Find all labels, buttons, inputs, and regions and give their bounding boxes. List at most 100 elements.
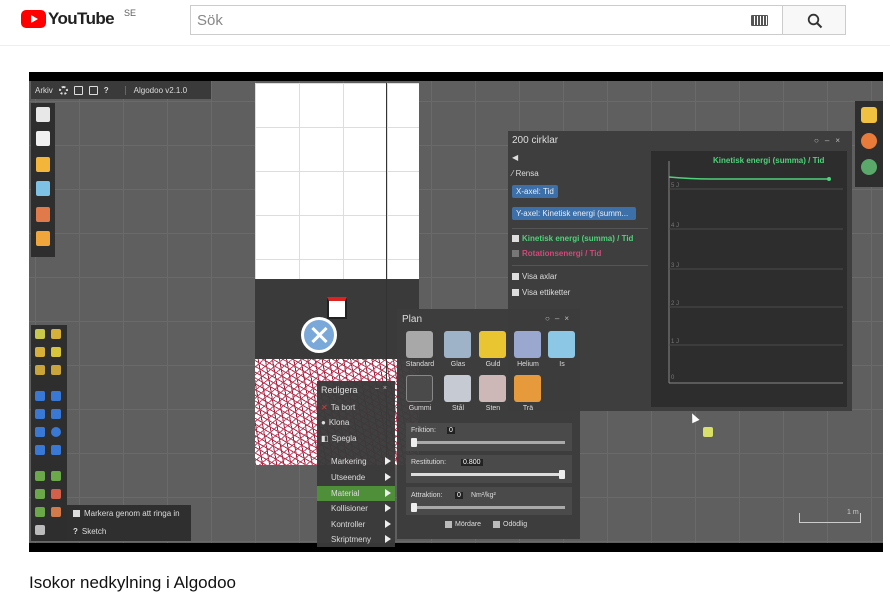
restitution-slider[interactable]	[411, 470, 565, 479]
move-tool-icon[interactable]	[35, 347, 45, 357]
clear-graph-button[interactable]: ⁄ Rensa	[512, 169, 539, 178]
gear-icon[interactable]	[58, 85, 68, 95]
material-guld-swatch[interactable]	[479, 331, 506, 358]
attraction-label: Attraktion:	[411, 492, 443, 499]
video-title[interactable]: Isokor nedkylning i Algodoo	[29, 573, 236, 593]
material-label: Glas	[450, 361, 466, 368]
hint-row1-label: Markera genom att ringa in	[84, 509, 180, 518]
friction-slider[interactable]	[411, 438, 565, 447]
submenu-controls[interactable]: Kontroller	[317, 517, 395, 532]
immortal-label: Odödlig	[503, 521, 528, 528]
play-icon[interactable]	[73, 85, 83, 95]
friction-slider-knob[interactable]	[411, 438, 417, 447]
material-gummi-swatch[interactable]	[406, 375, 433, 402]
clear-icon[interactable]	[36, 131, 50, 146]
youtube-logo[interactable]: YouTube SE	[21, 8, 136, 29]
material-helium-swatch[interactable]	[514, 331, 541, 358]
axle-tool-icon[interactable]	[51, 471, 61, 481]
attraction-slider[interactable]	[411, 503, 565, 512]
material-label: Trä	[522, 405, 534, 412]
circle-tool-icon[interactable]	[51, 427, 61, 437]
material-label: Guld	[485, 361, 501, 368]
friction-value[interactable]: 0	[447, 427, 455, 434]
open-folder-icon[interactable]	[36, 157, 50, 172]
brush-tool-icon[interactable]	[35, 329, 45, 339]
restitution-value[interactable]: 0.800	[461, 459, 483, 466]
material-sten-swatch[interactable]	[479, 375, 506, 402]
save-icon[interactable]	[36, 181, 50, 196]
material-is-swatch[interactable]	[548, 331, 575, 358]
panel-window-controls[interactable]: ○–×	[545, 314, 574, 323]
immortal-checkbox[interactable]: Odödlig	[493, 521, 527, 528]
delete-label: Ta bort	[330, 403, 356, 412]
mouse-cursor-icon	[688, 411, 700, 424]
browse-icon[interactable]	[36, 207, 50, 222]
new-file-icon[interactable]	[36, 107, 50, 122]
material-tra-swatch[interactable]	[514, 375, 541, 402]
chain-tool-icon[interactable]	[51, 445, 61, 455]
graph-panel-title: 200 cirklar	[512, 135, 559, 146]
search-input[interactable]	[197, 11, 737, 29]
y-axis-button[interactable]: Y-axel: Kinetisk energi (summ...	[512, 207, 636, 220]
lasso-select-option[interactable]: Markera genom att ringa in	[73, 509, 180, 518]
help-icon[interactable]: ?	[104, 86, 109, 95]
tracer-tool-icon[interactable]	[35, 507, 45, 517]
show-labels-checkbox[interactable]: Visa ettiketter	[512, 288, 570, 297]
tool-palette	[31, 325, 67, 541]
restitution-slider-knob[interactable]	[559, 470, 565, 479]
keyboard-icon[interactable]	[751, 15, 768, 26]
delete-item[interactable]: ✕ Ta bort	[321, 403, 355, 412]
submenu-material[interactable]: Material	[317, 486, 395, 501]
show-axes-label: Visa axlar	[522, 272, 557, 281]
material-glas-swatch[interactable]	[444, 331, 471, 358]
submenu-selection[interactable]: Markering	[317, 454, 395, 469]
attraction-value[interactable]: 0	[455, 492, 463, 499]
fixate-tool-icon[interactable]	[35, 489, 45, 499]
arkiv-menu[interactable]: Arkiv	[35, 86, 53, 95]
drag-tool-icon[interactable]	[51, 347, 61, 357]
series2-checkbox[interactable]: Rotationsenergi / Tid	[512, 249, 601, 258]
thruster-tool-icon[interactable]	[51, 489, 61, 499]
material-stal-swatch[interactable]	[444, 375, 471, 402]
video-player[interactable]: Arkiv ? Algodoo v2.1.0 200 cirklar ○–× ◀…	[29, 72, 883, 552]
back-arrow-icon[interactable]: ◀	[512, 153, 518, 162]
panel-window-controls[interactable]: ○–×	[814, 136, 846, 145]
window-icon[interactable]	[88, 85, 98, 95]
scenes-icon[interactable]	[36, 231, 50, 246]
palette-icon[interactable]	[861, 133, 877, 149]
layers-icon[interactable]	[861, 107, 877, 123]
rope-tool-icon[interactable]	[35, 391, 45, 401]
delete-circle-icon[interactable]	[301, 317, 337, 353]
plane-tool-icon[interactable]	[35, 445, 45, 455]
polygon-tool-icon[interactable]	[35, 409, 45, 419]
zoom-icon[interactable]	[861, 159, 877, 175]
gear-tool-icon[interactable]	[51, 409, 61, 419]
edit-menu-title: Redigera	[321, 385, 358, 395]
pin-icon[interactable]	[327, 297, 347, 319]
x-axis-button[interactable]: X-axel: Tid	[512, 185, 558, 198]
sketch-option[interactable]: ? Sketch	[73, 527, 106, 536]
knife-tool-icon[interactable]	[51, 391, 61, 401]
killer-checkbox[interactable]: Mördare	[445, 521, 481, 528]
attraction-slider-knob[interactable]	[411, 503, 417, 512]
submenu-collisions[interactable]: Kollisioner	[317, 501, 395, 516]
submenu-appearance[interactable]: Utseende	[317, 470, 395, 485]
tick-label: 4 J	[671, 223, 679, 229]
series1-checkbox[interactable]: Kinetisk energi (summa) / Tid	[512, 234, 633, 243]
scale-tool-icon[interactable]	[51, 365, 61, 375]
search-button[interactable]	[782, 5, 846, 35]
algodoo-topbar: Arkiv ? Algodoo v2.1.0	[31, 81, 211, 99]
rotate-tool-icon[interactable]	[35, 365, 45, 375]
material-standard-swatch[interactable]	[406, 331, 433, 358]
menu-window-controls[interactable]: –×	[375, 385, 391, 392]
submenu-script[interactable]: Skriptmeny	[317, 532, 395, 547]
material-label: Is	[559, 361, 565, 368]
show-axes-checkbox[interactable]: Visa axlar	[512, 272, 557, 281]
laser-tool-icon[interactable]	[51, 507, 61, 517]
box-tool-icon[interactable]	[35, 427, 45, 437]
spring-tool-icon[interactable]	[35, 471, 45, 481]
sketch-tool-icon[interactable]	[35, 525, 45, 535]
pencil-tool-icon[interactable]	[51, 329, 61, 339]
clone-item[interactable]: ● Klona	[321, 418, 349, 427]
mirror-item[interactable]: ◧ Spegla	[321, 434, 356, 443]
